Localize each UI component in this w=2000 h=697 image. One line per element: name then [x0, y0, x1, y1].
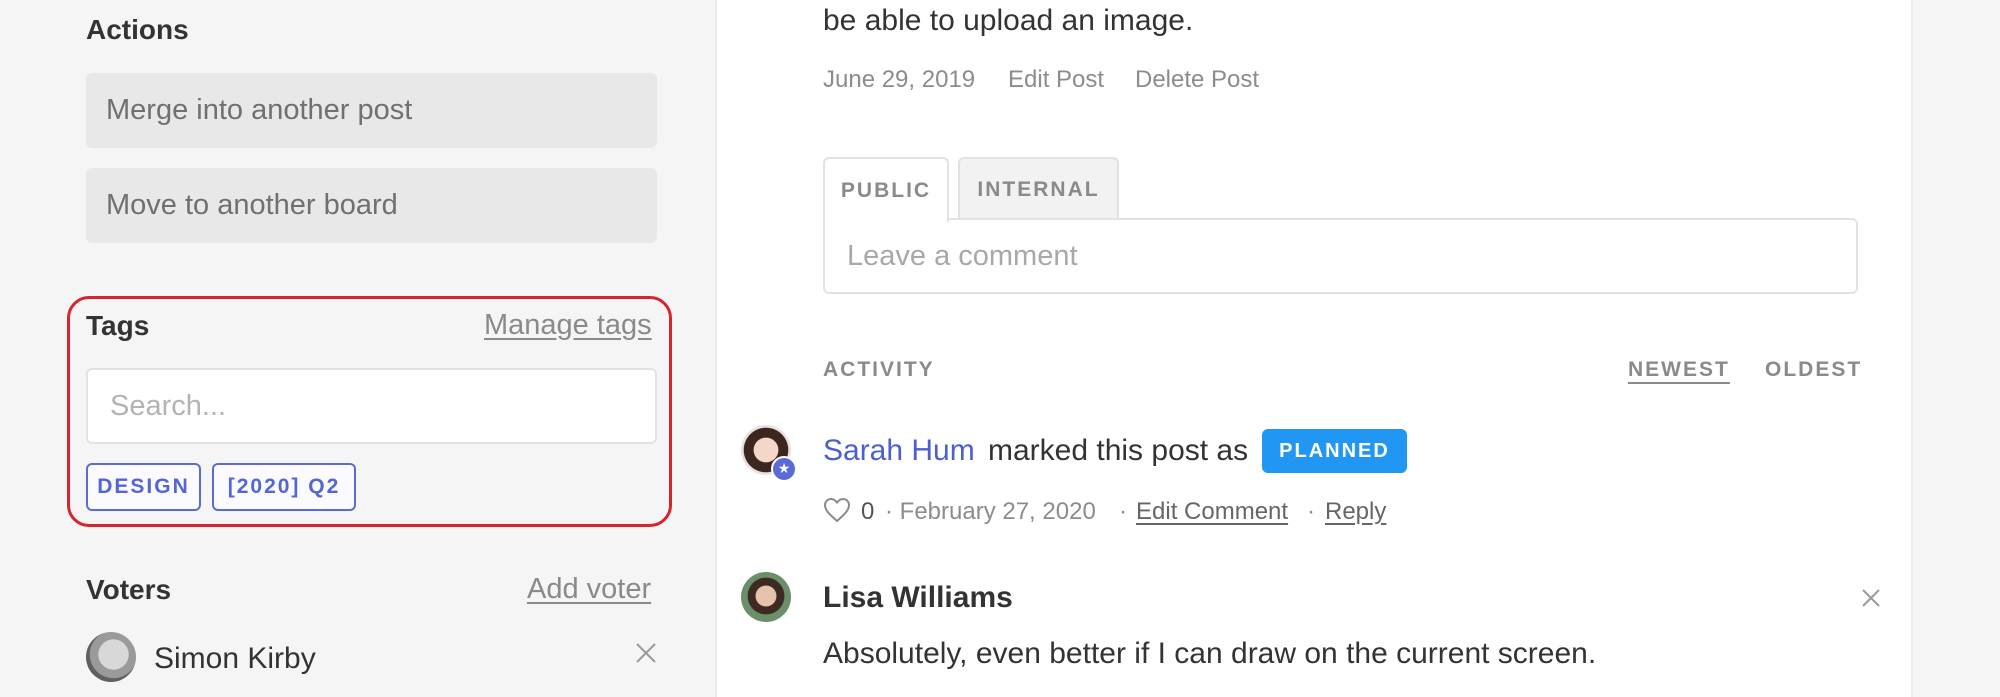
- separator: ·: [1119, 498, 1127, 525]
- right-gutter: [1913, 0, 2000, 697]
- status-badge: PLANNED: [1262, 429, 1407, 473]
- separator: ·: [1307, 498, 1315, 525]
- sort-oldest[interactable]: OLDEST: [1765, 358, 1862, 382]
- voters-heading: Voters: [86, 574, 172, 605]
- tag-chip-design[interactable]: DESIGN: [86, 463, 201, 511]
- sidebar: Actions Merge into another post Move to …: [0, 0, 715, 697]
- activity-heading: ACTIVITY: [823, 358, 935, 381]
- tags-heading: Tags: [86, 310, 150, 341]
- post-body: be able to upload an image.: [823, 4, 1194, 37]
- like-count: 0: [861, 498, 875, 525]
- reply-link[interactable]: Reply: [1325, 498, 1386, 526]
- sort-newest[interactable]: NEWEST: [1628, 358, 1730, 382]
- add-voter-link[interactable]: Add voter: [527, 573, 651, 606]
- manage-tags-link[interactable]: Manage tags: [484, 309, 652, 342]
- tag-search-input[interactable]: [86, 368, 657, 444]
- author-link[interactable]: Sarah Hum: [823, 434, 975, 468]
- comment-author: Lisa Williams: [823, 581, 1013, 614]
- post-date: June 29, 2019: [823, 66, 976, 93]
- tab-internal[interactable]: INTERNAL: [958, 157, 1119, 220]
- comment-input[interactable]: [823, 218, 1858, 294]
- close-icon[interactable]: [1860, 587, 1882, 609]
- delete-post-link[interactable]: Delete Post: [1135, 66, 1259, 94]
- edit-post-link[interactable]: Edit Post: [1008, 66, 1104, 94]
- activity-text: marked this post as: [988, 434, 1249, 467]
- avatar: [741, 572, 791, 622]
- post-panel: be able to upload an image. June 29, 201…: [715, 0, 1913, 697]
- actions-heading: Actions: [86, 14, 189, 45]
- tab-public[interactable]: PUBLIC: [823, 157, 949, 222]
- activity-date: · February 27, 2020: [885, 498, 1096, 525]
- voter-name: Simon Kirby: [154, 642, 316, 675]
- edit-comment-link[interactable]: Edit Comment: [1136, 498, 1288, 526]
- comment-body: Absolutely, even better if I can draw on…: [823, 637, 1597, 670]
- heart-icon[interactable]: [823, 497, 851, 523]
- tag-chip-2020-q2[interactable]: [2020] Q2: [212, 463, 356, 511]
- move-board-button[interactable]: Move to another board: [86, 168, 657, 243]
- star-icon: ★: [771, 456, 797, 482]
- avatar: [86, 632, 136, 682]
- merge-post-button[interactable]: Merge into another post: [86, 73, 657, 148]
- close-icon[interactable]: [634, 641, 658, 665]
